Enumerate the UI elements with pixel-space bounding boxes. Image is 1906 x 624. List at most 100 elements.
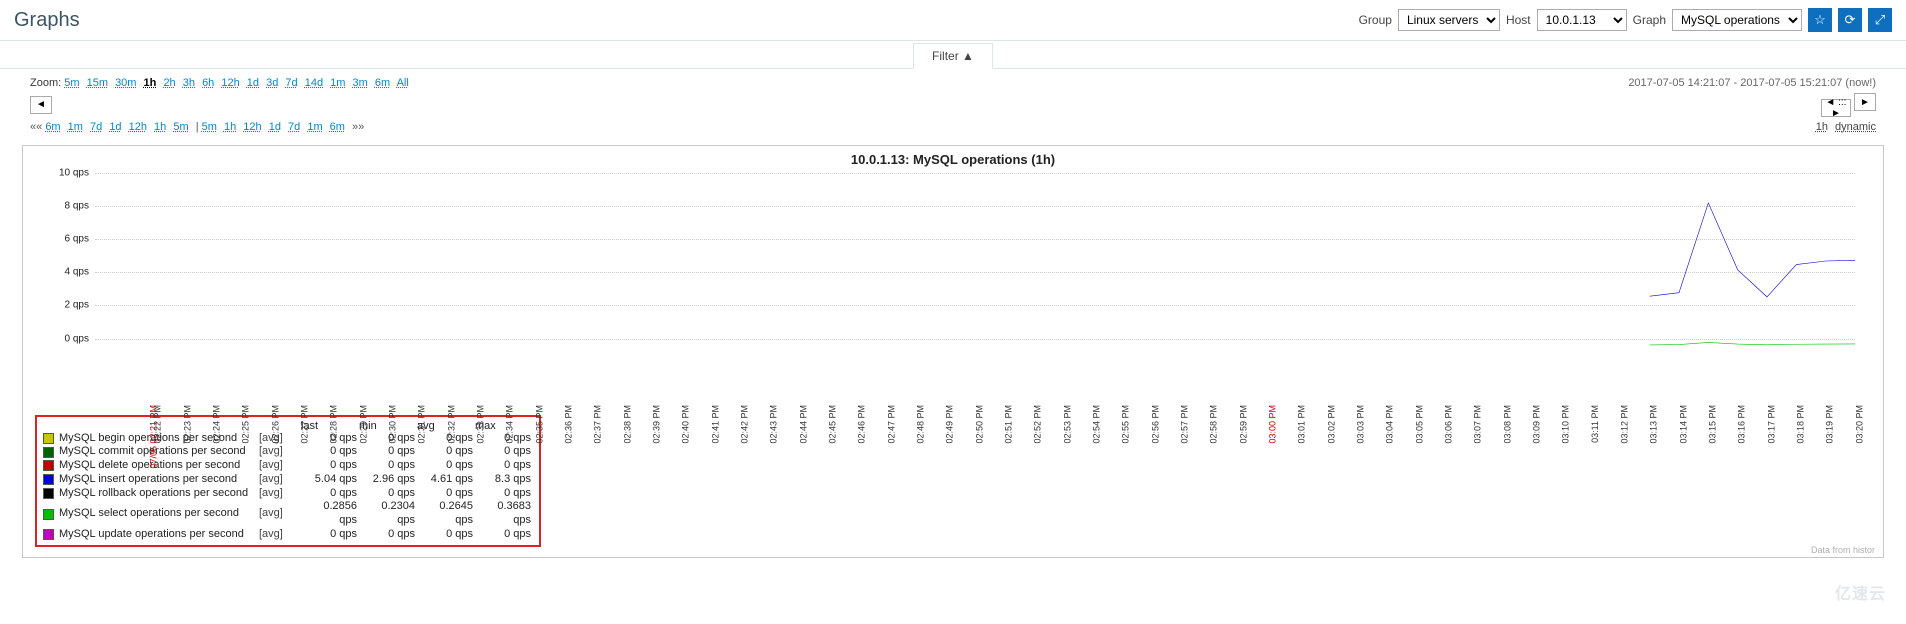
legend-max: 0 qps [475,487,533,501]
nav-step-5m[interactable]: 5m [173,121,188,133]
x-tick-label: 03:12 PM [1620,405,1630,444]
zoom-link-30m[interactable]: 30m [115,77,136,89]
x-tick-label: 02:26 PM [270,405,280,444]
x-tick-label: 02:27 PM [300,405,310,444]
x-tick-label: 02:35 PM [534,405,544,444]
legend-min: 0 qps [359,528,417,542]
chart-footnote: Data from histor [1811,545,1875,555]
nav-fwd-icon[interactable]: »» [352,121,364,133]
x-tick-label: 02:58 PM [1209,405,1219,444]
dynamic-link[interactable]: dynamic [1835,121,1876,133]
x-tick-label: 03:14 PM [1678,405,1688,444]
x-tick-label: 03:09 PM [1532,405,1542,444]
host-label: Host [1506,13,1531,27]
x-tick-label: 02:50 PM [974,405,984,444]
legend-agg: [avg] [257,473,301,487]
nav-step-1m[interactable]: 1m [307,121,322,133]
legend-avg: 0.2645 qps [417,500,475,528]
x-tick-label: 02:46 PM [857,405,867,444]
x-tick-label: 02:59 PM [1238,405,1248,444]
zoom-links: Zoom: 5m 15m 30m 1h 2h 3h 6h 12h 1d 3d 7… [30,77,413,89]
scroll-drag-button[interactable]: ◄ ::: ► [1821,99,1851,117]
legend-swatch [43,433,54,444]
nav-back-icon[interactable]: «« [30,121,42,133]
nav-step-12h[interactable]: 12h [243,121,261,133]
time-toolbar: Zoom: 5m 15m 30m 1h 2h 3h 6h 12h 1d 3d 7… [0,69,1906,141]
zoom-link-5m[interactable]: 5m [64,77,79,89]
nav-step-1h[interactable]: 1h [224,121,236,133]
nav-step-12h[interactable]: 12h [129,121,147,133]
zoom-link-3h[interactable]: 3h [183,77,195,89]
chart-area[interactable]: 0 qps2 qps4 qps6 qps8 qps10 qps 07/05 02… [95,169,1855,409]
x-tick-label: 03:16 PM [1737,405,1747,444]
nav-step-7d[interactable]: 7d [288,121,300,133]
fixed-link[interactable]: 1h [1816,121,1828,133]
y-tick-label: 6 qps [47,233,89,244]
refresh-button[interactable]: ⟳ [1838,8,1862,32]
zoom-link-All[interactable]: All [397,77,409,89]
zoom-link-12h[interactable]: 12h [221,77,239,89]
legend-row: MySQL begin operations per second[avg]0 … [43,432,533,446]
filter-bar: Filter ▲ [0,41,1906,69]
nav-step-1h[interactable]: 1h [154,121,166,133]
legend-agg: [avg] [257,487,301,501]
page-title: Graphs [14,9,80,32]
nav-step-7d[interactable]: 7d [90,121,102,133]
zoom-link-1d[interactable]: 1d [247,77,259,89]
x-tick-label: 03:17 PM [1766,405,1776,444]
zoom-link-3m[interactable]: 3m [353,77,368,89]
header-controls: Group Linux servers Host 10.0.1.13 Graph… [1359,8,1892,32]
legend-avg: 0 qps [417,445,475,459]
x-tick-label: 03:18 PM [1796,405,1806,444]
x-tick-label: 02:25 PM [241,405,251,444]
chart-title: 10.0.1.13: MySQL operations (1h) [23,146,1883,169]
zoom-link-2h[interactable]: 2h [163,77,175,89]
legend-row: MySQL commit operations per second[avg]0… [43,445,533,459]
group-select[interactable]: Linux servers [1398,9,1500,31]
zoom-link-1m[interactable]: 1m [330,77,345,89]
nav-step-1d[interactable]: 1d [109,121,121,133]
y-tick-label: 0 qps [47,333,89,344]
x-tick-label: 03:13 PM [1649,405,1659,444]
nav-step-5m[interactable]: 5m [202,121,217,133]
zoom-link-6m[interactable]: 6m [375,77,390,89]
favorite-button[interactable]: ☆ [1808,8,1832,32]
zoom-link-7d[interactable]: 7d [285,77,297,89]
graph-label: Graph [1633,13,1666,27]
nav-step-1d[interactable]: 1d [269,121,281,133]
x-tick-label: 02:38 PM [622,405,632,444]
x-tick-label: 02:51 PM [1004,405,1014,444]
x-tick-label: 02:31 PM [417,405,427,444]
legend-min: 2.96 qps [359,473,417,487]
zoom-link-6h[interactable]: 6h [202,77,214,89]
zoom-link-14d[interactable]: 14d [305,77,323,89]
legend-last: 0 qps [301,445,359,459]
scroll-right-button[interactable]: ► [1854,93,1876,111]
legend-agg: [avg] [257,507,301,521]
zoom-link-1h[interactable]: 1h [144,77,157,89]
chart-container: 10.0.1.13: MySQL operations (1h) 0 qps2 … [22,145,1884,558]
fullscreen-button[interactable]: ⤢ [1868,8,1892,32]
graph-select[interactable]: MySQL operations [1672,9,1802,31]
nav-step-6m[interactable]: 6m [330,121,345,133]
watermark-logo: 亿速云 [1835,580,1886,604]
x-tick-label: 02:40 PM [681,405,691,444]
nav-step-6m[interactable]: 6m [45,121,60,133]
scroll-left-button[interactable]: ◄ [30,96,52,114]
nav-step-1m[interactable]: 1m [68,121,83,133]
legend-avg: 4.61 qps [417,473,475,487]
y-tick-label: 4 qps [47,267,89,278]
zoom-link-3d[interactable]: 3d [266,77,278,89]
legend-min: 0 qps [359,445,417,459]
legend-max: 0 qps [475,445,533,459]
x-tick-label: 02:47 PM [886,405,896,444]
legend-last: 0 qps [301,528,359,542]
x-tick-label: 02:29 PM [358,405,368,444]
host-select[interactable]: 10.0.1.13 [1537,9,1627,31]
legend-row: MySQL insert operations per second[avg]5… [43,473,533,487]
zoom-link-15m[interactable]: 15m [87,77,108,89]
x-tick-label: 02:39 PM [652,405,662,444]
page-header: Graphs Group Linux servers Host 10.0.1.1… [0,0,1906,41]
right-options: 1h dynamic [1812,121,1876,133]
filter-toggle[interactable]: Filter ▲ [913,43,993,69]
